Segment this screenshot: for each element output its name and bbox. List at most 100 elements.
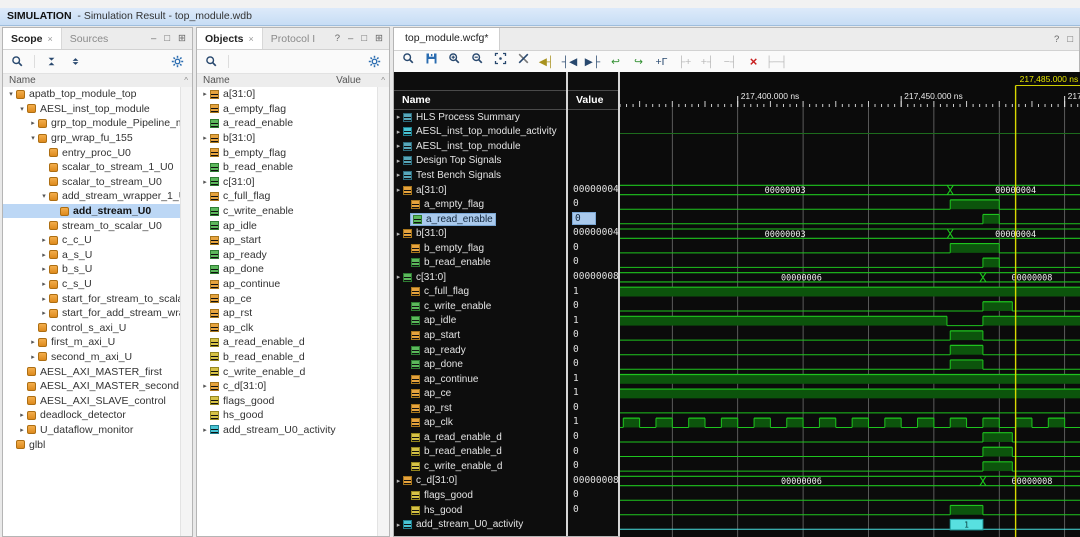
objects-list-item[interactable]: c_write_enable bbox=[197, 204, 378, 219]
objects-list-item[interactable]: a_read_enable_d bbox=[197, 335, 378, 350]
objects-list-item[interactable]: hs_good bbox=[197, 408, 378, 423]
delete-marker-icon[interactable]: × bbox=[742, 52, 765, 72]
wave-signal-name-row[interactable]: ▸HLS Process Summary bbox=[394, 110, 566, 125]
wave-signal-name-row[interactable]: ap_clk bbox=[394, 415, 566, 430]
next-marker-icon[interactable]: ↪ bbox=[627, 52, 650, 72]
sort-caret-icon[interactable]: ^ bbox=[184, 74, 188, 88]
wave-signal-name-row[interactable]: ▸c_d[31:0] bbox=[394, 474, 566, 489]
expand-arrow-icon[interactable]: ▸ bbox=[394, 521, 403, 529]
marker-right-icon[interactable]: −┤ bbox=[719, 52, 742, 72]
wave-signal-name-row[interactable]: a_read_enable_d bbox=[394, 430, 566, 445]
wave-signal-name-row[interactable]: ▸a[31:0] bbox=[394, 183, 566, 198]
scope-tree-item[interactable]: ▸U_dataflow_monitor bbox=[3, 423, 181, 438]
expand-arrow-icon[interactable]: ▾ bbox=[17, 105, 27, 113]
objects-list-item[interactable]: c_write_enable_d bbox=[197, 364, 378, 379]
expand-arrow-icon[interactable]: ▾ bbox=[28, 134, 38, 142]
objects-list-item[interactable]: ▸a[31:0] bbox=[197, 87, 378, 102]
scope-tree-item[interactable]: AESL_AXI_MASTER_first bbox=[3, 364, 181, 379]
wave-signal-name-row[interactable]: ap_idle bbox=[394, 314, 566, 329]
scope-tree-item[interactable]: ▸start_for_add_stream_wrapper bbox=[3, 306, 181, 321]
zoom-to-cursor-icon[interactable] bbox=[512, 52, 535, 72]
objects-scrollbar[interactable] bbox=[377, 87, 389, 536]
previous-transition-icon[interactable]: ┤◀ bbox=[558, 52, 581, 72]
wave-signal-name-row[interactable]: hs_good bbox=[394, 503, 566, 518]
objects-list-item[interactable]: c_full_flag bbox=[197, 189, 378, 204]
wave-signal-name-row[interactable]: ap_continue bbox=[394, 372, 566, 387]
expand-arrow-icon[interactable]: ▸ bbox=[200, 382, 210, 390]
minimize-icon[interactable]: – bbox=[151, 33, 156, 44]
scope-tree-item[interactable]: glbl bbox=[3, 437, 181, 452]
expand-arrow-icon[interactable]: ▸ bbox=[394, 157, 403, 165]
close-icon[interactable]: × bbox=[249, 29, 254, 49]
wave-signal-name-row[interactable]: a_empty_flag bbox=[394, 197, 566, 212]
scope-tree-item[interactable]: ▸second_m_axi_U bbox=[3, 350, 181, 365]
wave-plot[interactable]: 217,400.000 ns217,450.000 ns217,500.000 … bbox=[620, 72, 1079, 536]
zoom-in-icon[interactable] bbox=[443, 52, 466, 72]
wave-signal-name-row[interactable]: ap_rst bbox=[394, 401, 566, 416]
tab-objects[interactable]: Objects× bbox=[197, 28, 263, 49]
expand-arrow-icon[interactable]: ▸ bbox=[394, 128, 403, 136]
scope-tree-item[interactable]: ▾AESL_inst_top_module bbox=[3, 102, 181, 117]
scope-tree-item[interactable]: ▸deadlock_detector bbox=[3, 408, 181, 423]
objects-list-item[interactable]: ▸b[31:0] bbox=[197, 131, 378, 146]
expand-arrow-icon[interactable]: ▸ bbox=[28, 338, 38, 346]
expand-arrow-icon[interactable]: ▸ bbox=[394, 171, 403, 179]
wave-signal-name-row[interactable]: c_write_enable bbox=[394, 299, 566, 314]
scope-tree-item[interactable]: ▸b_s_U bbox=[3, 262, 181, 277]
objects-list-item[interactable]: ap_done bbox=[197, 262, 378, 277]
expand-arrow-icon[interactable]: ▾ bbox=[6, 90, 16, 98]
scope-tree-item[interactable]: ▸grp_top_module_Pipeline_main_lc bbox=[3, 116, 181, 131]
objects-list-item[interactable]: b_read_enable_d bbox=[197, 350, 378, 365]
objects-list-item[interactable]: a_empty_flag bbox=[197, 102, 378, 117]
go-to-end-icon[interactable]: ├─┤ bbox=[765, 52, 788, 72]
collapse-all-icon[interactable] bbox=[44, 54, 59, 69]
zoom-out-icon[interactable] bbox=[466, 52, 489, 72]
search-icon[interactable] bbox=[204, 54, 219, 69]
scope-tree-item[interactable]: ▾add_stream_wrapper_1_U0 bbox=[3, 189, 181, 204]
expand-arrow-icon[interactable]: ▸ bbox=[17, 426, 27, 434]
find-icon[interactable] bbox=[397, 52, 420, 72]
expand-arrow-icon[interactable]: ▸ bbox=[39, 280, 49, 288]
objects-list-item[interactable]: ap_continue bbox=[197, 277, 378, 292]
wave-signal-name-row[interactable]: ▸AESL_inst_top_module_activity bbox=[394, 125, 566, 140]
expand-arrow-icon[interactable]: ▸ bbox=[200, 134, 210, 142]
float-icon[interactable]: ⊞ bbox=[375, 33, 383, 44]
objects-list-item[interactable]: ap_start bbox=[197, 233, 378, 248]
expand-arrow-icon[interactable]: ▸ bbox=[28, 119, 38, 127]
sort-caret-icon[interactable]: ^ bbox=[381, 74, 385, 88]
scope-tree-item[interactable]: ▸c_c_U bbox=[3, 233, 181, 248]
objects-list-item[interactable]: ▸c[31:0] bbox=[197, 175, 378, 190]
wave-signal-name-row[interactable]: a_read_enable bbox=[394, 212, 566, 227]
objects-list-item[interactable]: a_read_enable bbox=[197, 116, 378, 131]
wave-signal-name-row[interactable]: c_full_flag bbox=[394, 285, 566, 300]
wave-signal-name-row[interactable]: ap_done bbox=[394, 357, 566, 372]
wave-signal-name-row[interactable]: ▸Test Bench Signals bbox=[394, 168, 566, 183]
wave-signal-name-row[interactable]: c_write_enable_d bbox=[394, 459, 566, 474]
maximize-icon[interactable]: □ bbox=[1067, 34, 1073, 45]
wave-signal-name-row[interactable]: flags_good bbox=[394, 488, 566, 503]
marker-to-start-icon[interactable]: ├+ bbox=[673, 52, 696, 72]
add-marker-icon[interactable]: +Γ bbox=[650, 52, 673, 72]
tab-sources[interactable]: Sources bbox=[62, 28, 117, 49]
minimize-icon[interactable]: – bbox=[348, 33, 353, 44]
objects-list-item[interactable]: ap_rst bbox=[197, 306, 378, 321]
scope-tree-item[interactable]: scalar_to_stream_U0 bbox=[3, 175, 181, 190]
expand-arrow-icon[interactable]: ▸ bbox=[394, 113, 403, 121]
wave-signal-name-row[interactable]: ▸c[31:0] bbox=[394, 270, 566, 285]
scope-tree-item[interactable]: ▸a_s_U bbox=[3, 248, 181, 263]
expand-arrow-icon[interactable]: ▸ bbox=[394, 273, 403, 281]
scope-tree-item[interactable]: AESL_AXI_MASTER_second bbox=[3, 379, 181, 394]
expand-all-icon[interactable] bbox=[68, 54, 83, 69]
expand-arrow-icon[interactable]: ▸ bbox=[394, 477, 403, 485]
wave-signal-name-row[interactable]: ▸b[31:0] bbox=[394, 226, 566, 241]
settings-icon[interactable] bbox=[367, 54, 382, 69]
wave-signal-name-row[interactable]: ▸Design Top Signals bbox=[394, 154, 566, 169]
expand-arrow-icon[interactable]: ▸ bbox=[394, 186, 403, 194]
help-icon[interactable]: ? bbox=[335, 33, 340, 44]
scope-tree-item[interactable]: ▸c_s_U bbox=[3, 277, 181, 292]
go-to-time-zero-icon[interactable]: ◀┤ bbox=[535, 52, 558, 72]
scope-tree-item[interactable]: ▸start_for_stream_to_scalar_U0 bbox=[3, 291, 181, 306]
objects-list-item[interactable]: b_read_enable bbox=[197, 160, 378, 175]
tab-scope[interactable]: Scope× bbox=[3, 28, 62, 49]
expand-arrow-icon[interactable]: ▸ bbox=[39, 236, 49, 244]
